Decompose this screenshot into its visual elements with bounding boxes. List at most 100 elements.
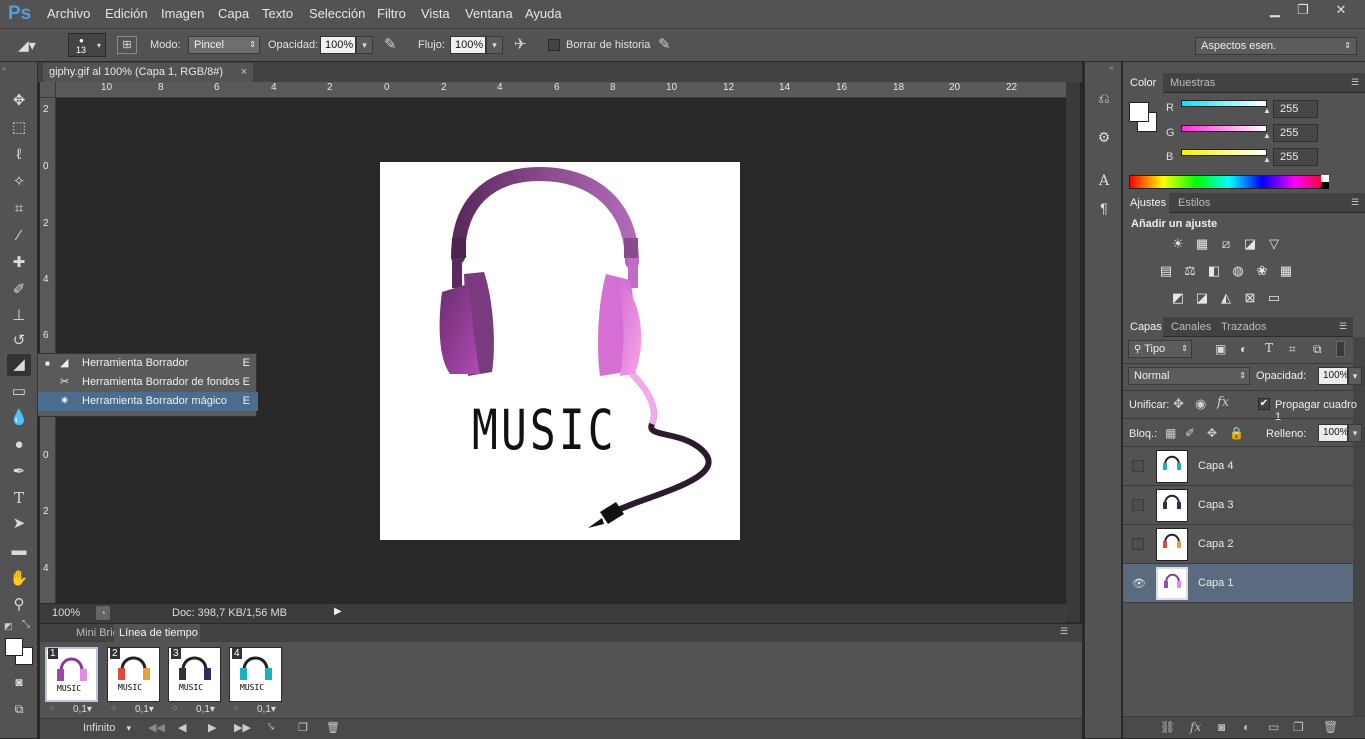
paragraph-panel-icon[interactable]: ¶ [1093,197,1115,219]
brush-panel-icon[interactable]: ⊞ [117,36,137,54]
layer-visibility-toggle[interactable] [1132,460,1144,472]
history-panel-icon[interactable]: ⎌ [1093,87,1115,109]
link-layers-icon[interactable]: ⛓ [1160,720,1175,734]
posterize-icon[interactable]: ◪ [1193,290,1211,306]
menu-ayuda[interactable]: Ayuda [525,6,562,21]
layer-filter-select[interactable]: ⚲ Tipo ⇕ [1128,340,1192,358]
dodge-tool-icon[interactable]: ● [7,434,31,456]
minimize-icon[interactable]: ▁ [1262,2,1288,18]
fill-input[interactable]: 100% [1318,424,1349,442]
brush-tool-icon[interactable]: ✐ [7,279,31,301]
menu-archivo[interactable]: Archivo [47,6,90,21]
new-group-icon[interactable]: ▭ [1268,720,1279,734]
frame-delay[interactable]: 0,1▾ [73,704,92,715]
filter-pixel-icon[interactable]: ▣ [1215,342,1226,356]
frame-delay[interactable]: 0,1▾ [196,704,215,715]
channel-b-value[interactable]: 255 [1273,148,1318,166]
unify-visibility-icon[interactable]: ◉ [1195,396,1206,412]
crop-tool-icon[interactable]: ⌗ [7,198,31,220]
tab-canales[interactable]: Canales [1171,321,1211,333]
color-lookup-icon[interactable]: ▦ [1277,263,1295,279]
layer-name[interactable]: Capa 3 [1198,499,1233,511]
panel-menu-icon[interactable]: ☰ [1060,626,1068,637]
menu-vista[interactable]: Vista [421,6,450,21]
spectrum-white-swatch[interactable] [1321,175,1329,182]
panel-menu-icon[interactable]: ☰ [1339,321,1347,332]
invert-icon[interactable]: ◩ [1169,290,1187,306]
layer-name[interactable]: Capa 4 [1198,460,1233,472]
layer-visibility-toggle[interactable] [1132,499,1144,511]
zoom-tool-icon[interactable]: ⚲ [7,594,31,616]
lock-all-icon[interactable]: 🔒 [1229,426,1244,440]
lasso-tool-icon[interactable]: ℓ [7,144,31,166]
delete-layer-icon[interactable]: 🗑 [1323,720,1338,734]
layer-row-selected[interactable]: 👁 Capa 1 [1123,564,1353,603]
channel-g-value[interactable]: 255 [1273,124,1318,142]
slider-handle-icon[interactable]: ▲ [1263,155,1271,164]
vertical-scrollbar[interactable] [1066,82,1080,622]
eye-icon[interactable]: 👁 [1132,577,1146,590]
properties-panel-icon[interactable]: ⚙ [1093,126,1115,148]
new-adjustment-icon[interactable]: ◐ [1243,720,1250,734]
flyout-item-eraser[interactable]: ■ ◢ Herramienta Borrador E [38,354,258,373]
tab-estilos[interactable]: Estilos [1178,197,1210,209]
fx-icon[interactable]: fx [1190,720,1201,734]
document-tab[interactable]: giphy.gif al 100% (Capa 1, RGB/8#) × [43,63,253,82]
opacidad-dropdown[interactable]: ▾ [356,36,373,54]
threshold-icon[interactable]: ◭ [1217,290,1235,306]
path-select-tool-icon[interactable]: ➤ [7,513,31,535]
pen-tool-icon[interactable]: ✒ [7,461,31,483]
spectrum-black-swatch[interactable] [1321,182,1329,189]
photo-filter-icon[interactable]: ◍ [1229,263,1247,279]
black-white-icon[interactable]: ◧ [1205,263,1223,279]
modo-select[interactable]: Pincel ⇕ [188,36,260,54]
move-tool-icon[interactable]: ✥ [7,90,31,112]
restore-icon[interactable]: ❐ [1290,2,1316,18]
menu-texto[interactable]: Texto [262,6,293,21]
channel-mixer-icon[interactable]: ❀ [1253,263,1271,279]
borrar-historia-checkbox[interactable] [548,39,560,51]
propagate-checkbox[interactable]: ✔ [1258,398,1270,410]
layer-row[interactable]: Capa 4 [1123,447,1353,486]
panel-menu-icon[interactable]: ☰ [1351,77,1359,88]
selective-color-icon[interactable]: ⊠ [1241,290,1259,306]
curves-icon[interactable]: ⧄ [1217,236,1235,252]
channel-r-value[interactable]: 255 [1273,100,1318,118]
slider-handle-icon[interactable]: ▲ [1263,106,1271,115]
color-spectrum[interactable] [1129,175,1329,189]
menu-imagen[interactable]: Imagen [161,6,204,21]
menu-seleccion[interactable]: Selección [309,6,365,21]
fg-color-swatch[interactable] [1129,102,1149,122]
pressure-size-icon[interactable]: ✎ [658,35,671,53]
shape-tool-icon[interactable]: ▬ [7,540,31,562]
lock-position-icon[interactable]: ✥ [1207,426,1217,440]
flujo-input[interactable]: 100% [450,36,486,54]
hand-tool-icon[interactable]: ✋ [7,568,31,590]
color-balance-icon[interactable]: ⚖ [1181,263,1199,279]
tab-trazados[interactable]: Trazados [1221,321,1266,333]
tab-muestras[interactable]: Muestras [1170,77,1215,89]
loop-select[interactable]: Infinito ▾ [83,722,131,734]
blur-tool-icon[interactable]: 💧 [7,407,31,429]
healing-tool-icon[interactable]: ✚ [7,252,31,274]
brightness-icon[interactable]: ☀ [1169,236,1187,252]
layer-visibility-toggle[interactable] [1132,538,1144,550]
lock-transparency-icon[interactable]: ▦ [1165,426,1176,440]
brush-size-picker[interactable]: ● 13 ▾ [68,33,106,57]
airbrush-icon[interactable]: ✈ [514,35,527,53]
menu-ventana[interactable]: Ventana [465,6,513,21]
next-frame-icon[interactable]: ▶▶ [234,721,251,734]
channel-g-slider[interactable] [1181,125,1267,132]
status-icon[interactable]: ◔ [96,606,110,620]
frame-delay[interactable]: 0,1▾ [257,704,276,715]
add-mask-icon[interactable]: ◙ [1218,720,1225,734]
first-frame-icon[interactable]: ◀◀ [148,721,165,734]
prev-frame-icon[interactable]: ◀ [178,721,186,734]
status-menu-arrow-icon[interactable]: ▶ [334,606,342,617]
menu-capa[interactable]: Capa [218,6,249,21]
delete-frame-icon[interactable]: 🗑 [326,721,340,734]
tab-color[interactable]: Color [1130,77,1156,89]
filter-adjust-icon[interactable]: ◐ [1240,342,1247,356]
stamp-tool-icon[interactable]: ⊥ [7,305,31,327]
unify-style-icon[interactable]: fx [1217,395,1229,410]
